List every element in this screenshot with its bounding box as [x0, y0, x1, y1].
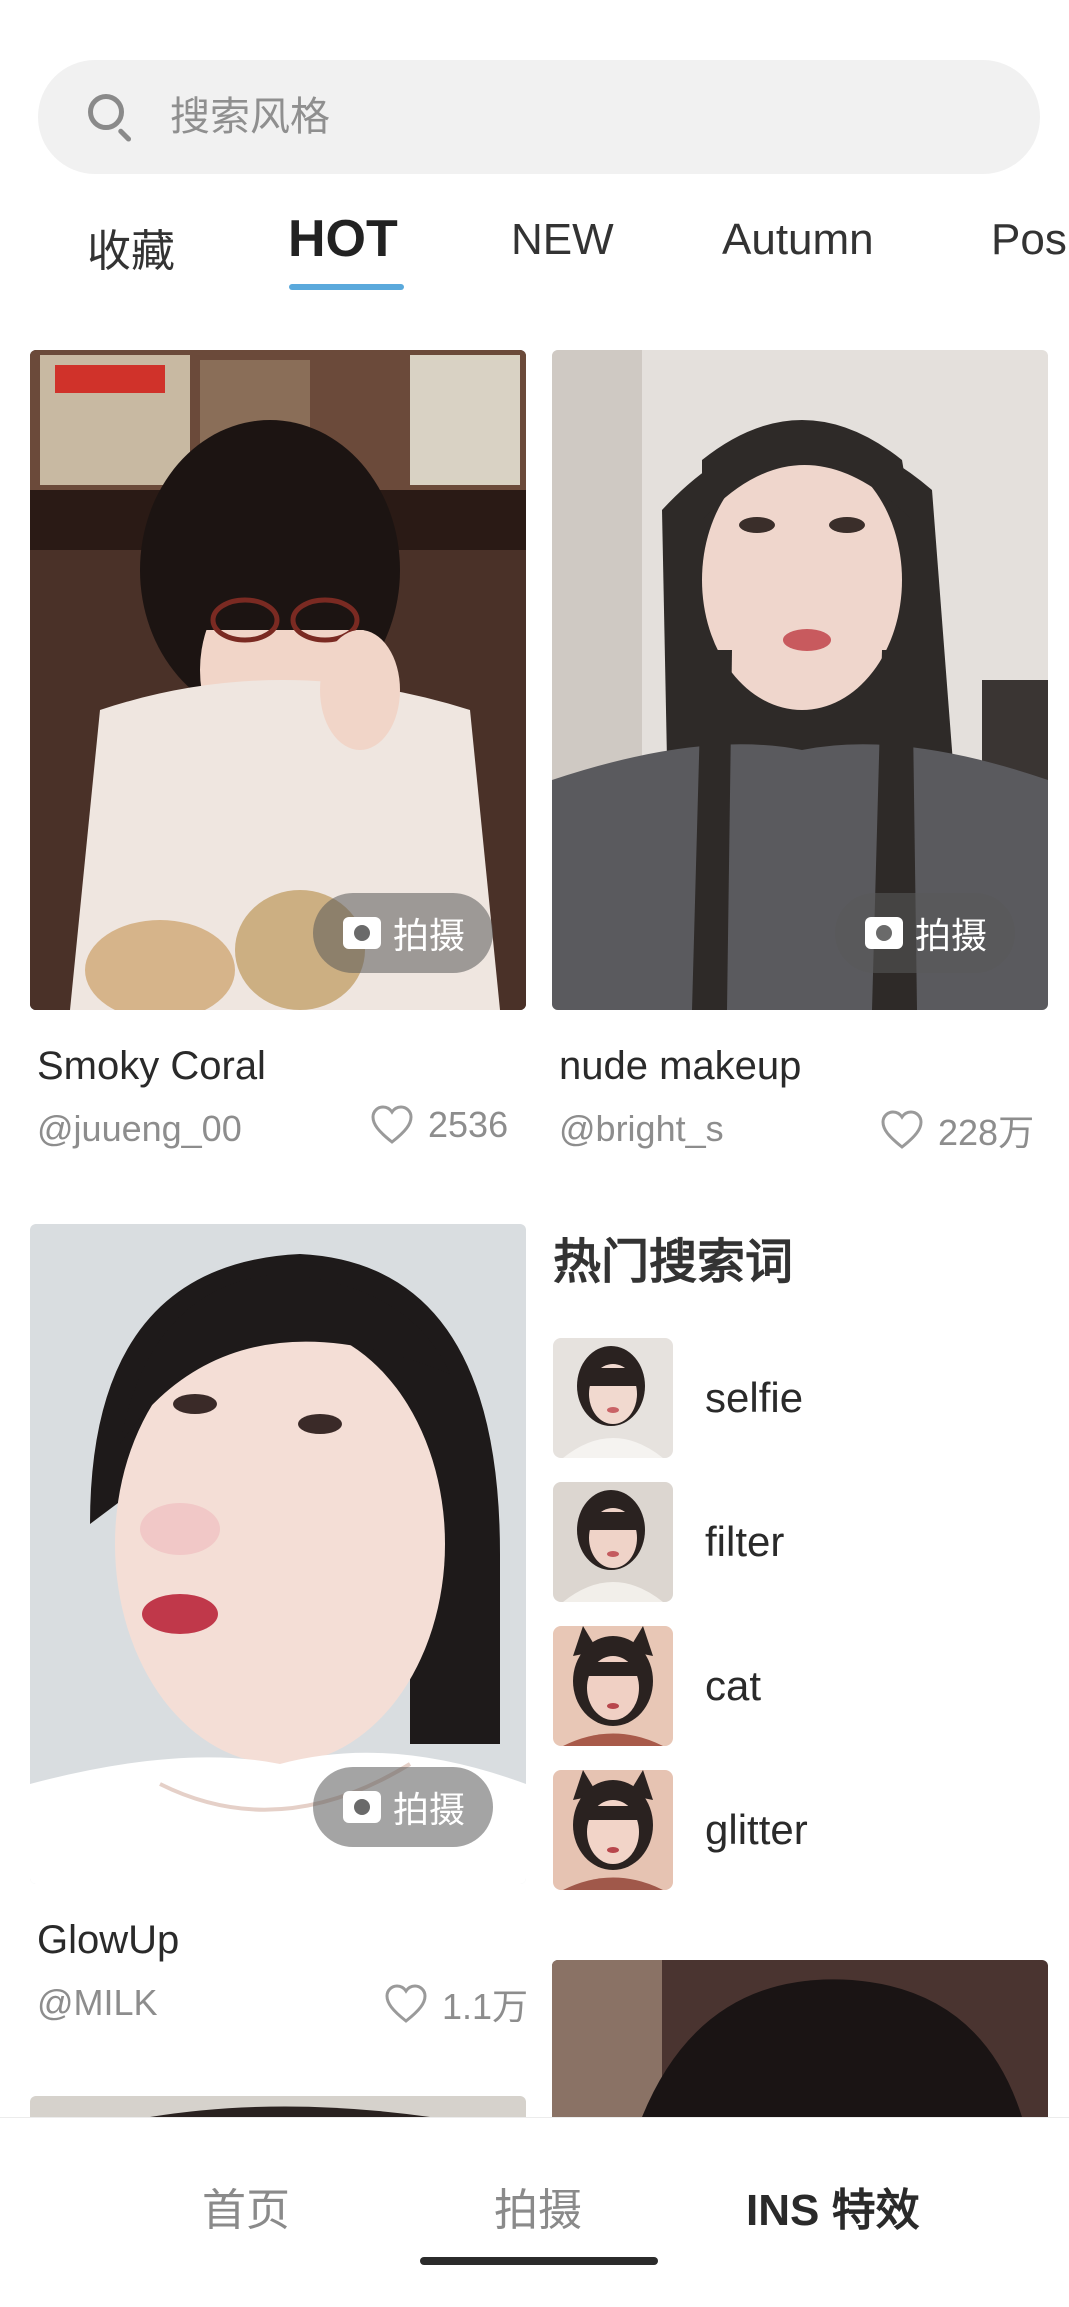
search-bar[interactable] — [38, 60, 1040, 174]
tab-pos[interactable]: Pos — [991, 215, 1067, 265]
card-author[interactable]: @MILK — [37, 1982, 158, 2024]
home-indicator[interactable] — [420, 2257, 658, 2265]
shoot-label: 拍摄 — [915, 915, 988, 956]
card-image-glowup[interactable]: 拍摄 — [30, 1224, 526, 1884]
hot-search-label: selfie — [705, 1374, 804, 1421]
like-count-value: 1.1万 — [442, 1986, 529, 2027]
heart-icon — [371, 1105, 413, 1144]
category-tabs: 收藏 HOT NEW Autumn Pos — [0, 205, 1069, 295]
tab-autumn[interactable]: Autumn — [722, 215, 874, 265]
like-count-value: 228万 — [938, 1112, 1035, 1153]
shoot-label: 拍摄 — [393, 1789, 466, 1830]
tab-new[interactable]: NEW — [511, 215, 614, 265]
card-image-next-left[interactable] — [30, 2096, 526, 2117]
card-title: nude makeup — [559, 1044, 802, 1088]
shoot-label: 拍摄 — [393, 915, 466, 956]
tab-hot[interactable]: HOT — [288, 209, 398, 269]
like-count[interactable]: 1.1万 — [384, 1978, 528, 2030]
hot-search-label: filter — [705, 1518, 785, 1565]
heart-icon — [385, 1984, 427, 2023]
search-icon — [86, 92, 136, 143]
shoot-button[interactable]: 拍摄 — [313, 893, 494, 973]
nav-shoot[interactable]: 拍摄 — [494, 2174, 582, 2238]
active-tab-indicator — [289, 284, 404, 290]
like-count-value: 2536 — [428, 1104, 509, 1145]
hot-search-label: cat — [705, 1662, 762, 1709]
hot-search-thumbnail — [553, 1338, 673, 1458]
card-author[interactable]: @bright_s — [559, 1108, 724, 1150]
hot-search-item-glitter[interactable]: glitter — [553, 1770, 1033, 1890]
camera-icon — [343, 1791, 381, 1823]
photo-portrait-partial — [552, 1960, 1048, 2117]
hot-search-label: glitter — [705, 1806, 808, 1853]
heart-icon — [881, 1110, 923, 1149]
hot-search-item-cat[interactable]: cat — [553, 1626, 1033, 1746]
shoot-button[interactable]: 拍摄 — [313, 1767, 494, 1847]
like-count[interactable]: 2536 — [370, 1104, 508, 1146]
hot-search-thumbnail — [553, 1626, 673, 1746]
shoot-button[interactable]: 拍摄 — [835, 893, 1016, 973]
camera-icon — [343, 917, 381, 949]
hot-search-title: 热门搜索词 — [553, 1236, 794, 1289]
search-input[interactable] — [170, 94, 990, 140]
camera-icon — [865, 917, 903, 949]
tab-favorites[interactable]: 收藏 — [87, 215, 175, 279]
card-title: Smoky Coral — [37, 1044, 266, 1088]
nav-ins-effects[interactable]: INS 特效 — [746, 2174, 920, 2238]
card-image-smoky-coral[interactable]: 拍摄 — [30, 350, 526, 1010]
like-count[interactable]: 228万 — [880, 1104, 1034, 1156]
card-image-nude-makeup[interactable]: 拍摄 — [552, 350, 1048, 1010]
bottom-navigation: 首页 拍摄 INS 特效 — [0, 2117, 1069, 2307]
hot-search-thumbnail — [553, 1482, 673, 1602]
hot-search-item-filter[interactable]: filter — [553, 1482, 1033, 1602]
photo-partial — [30, 2096, 526, 2117]
card-author[interactable]: @juueng_00 — [37, 1108, 242, 1150]
card-image-next[interactable] — [552, 1960, 1048, 2117]
hot-search-thumbnail — [553, 1770, 673, 1890]
hot-search-item-selfie[interactable]: selfie — [553, 1338, 1033, 1458]
card-title: GlowUp — [37, 1918, 180, 1962]
nav-home[interactable]: 首页 — [202, 2174, 290, 2238]
app-screen: 收藏 HOT NEW Autumn Pos — [0, 0, 1069, 2307]
